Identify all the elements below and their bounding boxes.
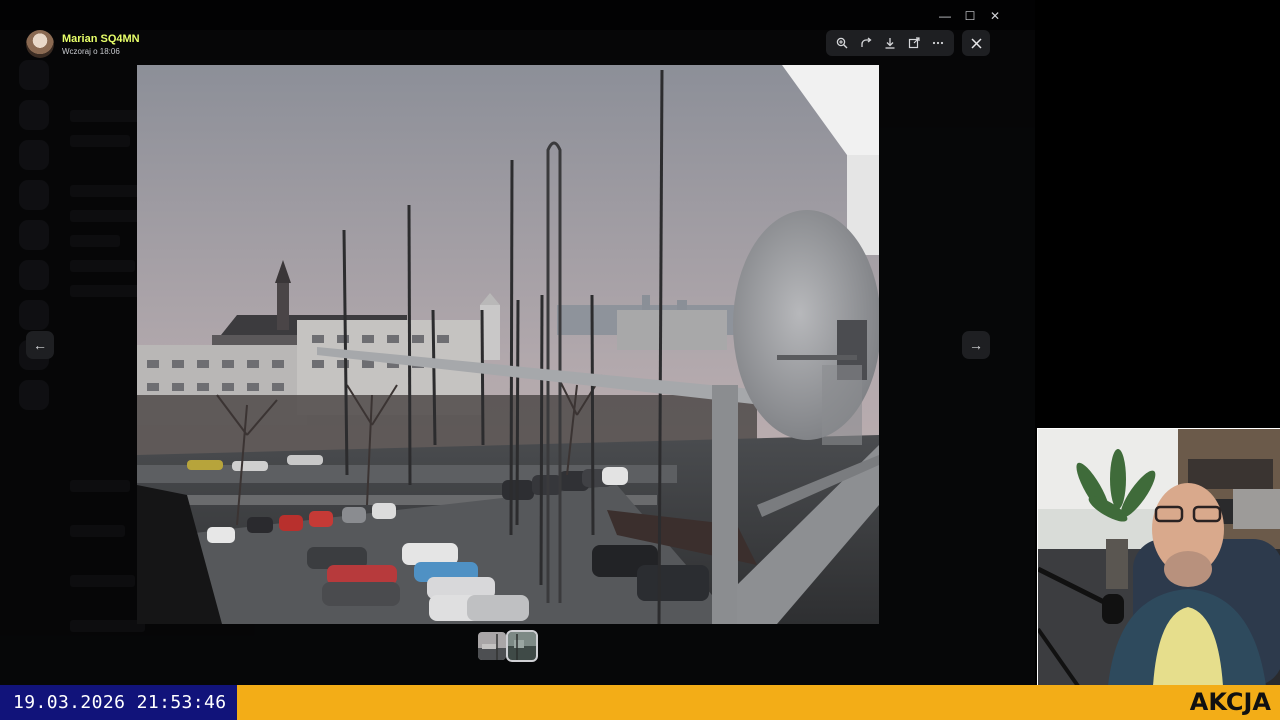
webcam-overlay [1037, 428, 1280, 685]
more-button[interactable] [928, 33, 948, 53]
open-in-browser-button[interactable] [904, 33, 924, 53]
background-channel [70, 260, 135, 272]
gallery-thumbnail-selected[interactable] [506, 630, 538, 662]
rotate-icon [861, 37, 872, 47]
download-icon [885, 38, 895, 49]
gallery-thumbnail[interactable] [478, 632, 506, 660]
stream-banner: 19.03.2026 21:53:46 AKCJA [0, 685, 1280, 720]
arrow-left-icon: ← [33, 337, 47, 353]
attachment-image[interactable] [137, 65, 879, 624]
background-channel [70, 235, 120, 247]
close-window-button[interactable]: ✕ [987, 8, 1003, 24]
more-icon [932, 41, 944, 45]
close-viewer-button[interactable] [962, 30, 990, 56]
download-button[interactable] [880, 33, 900, 53]
next-image-button[interactable]: → [962, 331, 990, 359]
gallery-thumbnail-strip [478, 630, 538, 662]
maximize-window-button[interactable]: ☐ [962, 8, 978, 24]
background-titlebar [0, 0, 1035, 30]
stream-datetime: 19.03.2026 21:53:46 [0, 685, 237, 720]
zoom-in-button[interactable] [832, 33, 852, 53]
background-channel [70, 620, 145, 632]
minimize-window-button[interactable]: — [937, 8, 953, 24]
background-channel [70, 525, 125, 537]
rotate-button[interactable] [856, 33, 876, 53]
message-author-header: Marian SQ4MN Wczoraj o 18:06 [26, 30, 140, 58]
open-external-icon [908, 37, 920, 49]
background-channel [70, 480, 130, 492]
zoom-in-icon [836, 37, 848, 49]
background-server-list [12, 60, 56, 420]
background-channel [70, 135, 130, 147]
close-icon [970, 37, 982, 49]
arrow-right-icon: → [969, 337, 983, 353]
image-viewer-toolbar [826, 30, 954, 56]
stream-label-bar: AKCJA [237, 685, 1280, 720]
message-timestamp: Wczoraj o 18:06 [62, 46, 120, 56]
screen: — ☐ ✕ Marian SQ4MN Wczoraj o 18:06 ← → 1… [0, 0, 1280, 720]
author-name[interactable]: Marian SQ4MN [62, 33, 140, 45]
background-channel [70, 575, 135, 587]
background-channel [70, 185, 140, 197]
avatar[interactable] [26, 30, 54, 58]
previous-image-button[interactable]: ← [26, 331, 54, 359]
stream-label: AKCJA [1189, 688, 1271, 716]
